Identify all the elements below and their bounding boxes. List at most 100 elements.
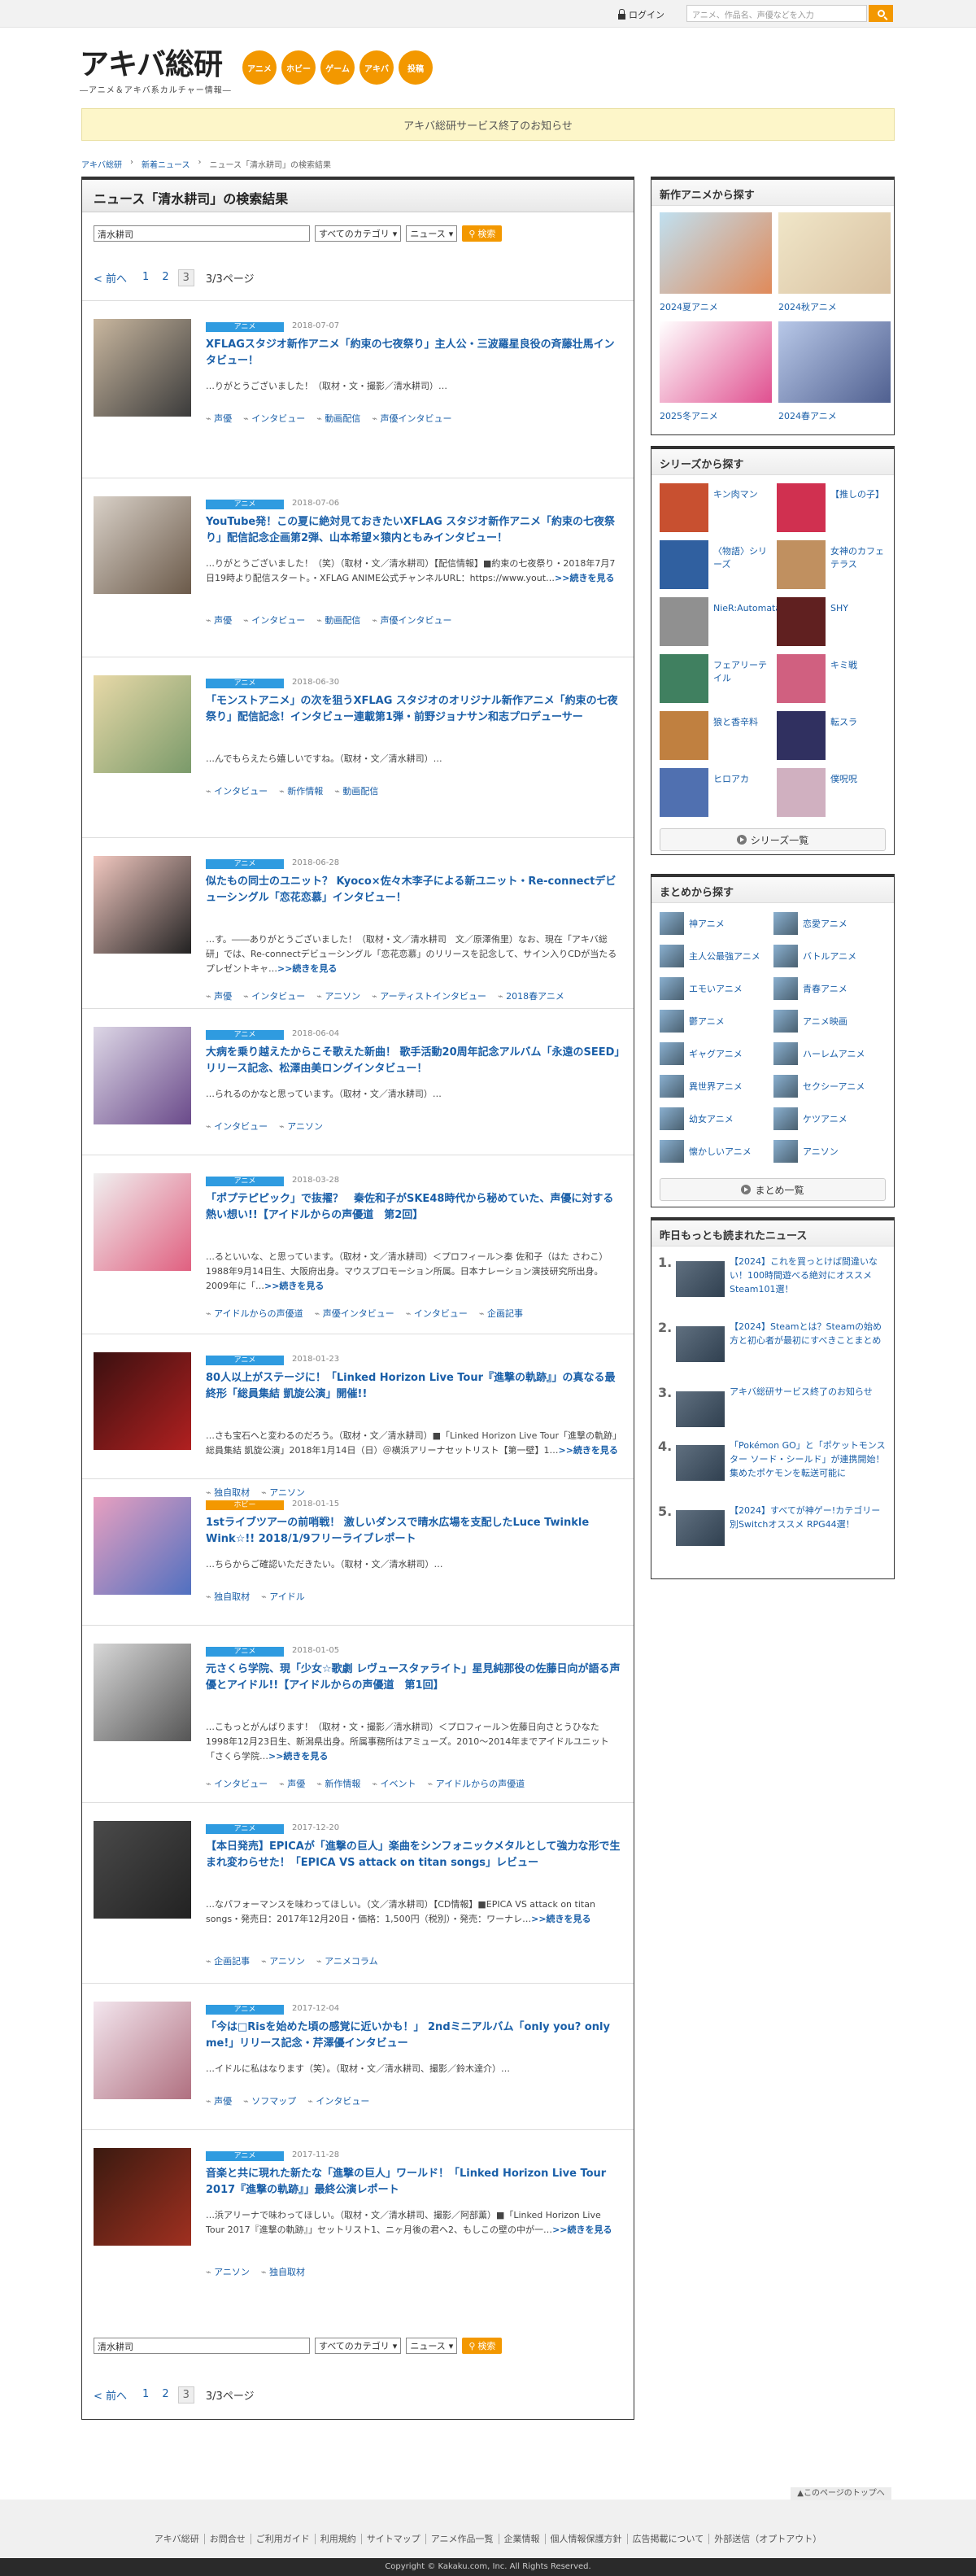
category-badge[interactable]: アニメ <box>206 322 284 332</box>
category-badge[interactable]: アニメ <box>206 679 284 688</box>
keyword-input[interactable]: 清水耕司 <box>94 225 310 242</box>
tag-link[interactable]: インタビュー <box>406 1307 468 1320</box>
article-thumbnail[interactable] <box>94 1497 191 1595</box>
article-thumbnail[interactable] <box>94 1821 191 1919</box>
series-item[interactable]: ヒロアカ <box>660 768 773 819</box>
article-title-link[interactable]: YouTube発！この夏に絶対見ておきたいXFLAG スタジオ新作アニメ「約束の… <box>206 514 621 547</box>
series-item[interactable]: 転スラ <box>777 711 891 762</box>
header-search-button[interactable] <box>869 5 893 22</box>
tag-link[interactable]: アイドル <box>261 1590 304 1603</box>
footer-link[interactable]: 広告掲載について <box>626 2534 709 2544</box>
series-item[interactable]: フェアリーテイル <box>660 654 773 705</box>
type-select[interactable]: ニュース ▾ <box>406 225 458 242</box>
new-anime-tile[interactable]: 2025冬アニメ <box>660 321 772 422</box>
series-list-button[interactable]: シリーズ一覧 <box>660 828 886 851</box>
tag-link[interactable]: インタビュー <box>206 1120 268 1133</box>
category-badge[interactable]: アニメ <box>206 2151 284 2161</box>
breadcrumb-home[interactable]: アキバ総研 <box>81 158 122 170</box>
tag-link[interactable]: 声優 <box>206 412 232 425</box>
matome-item[interactable]: 恋愛アニメ <box>773 911 884 936</box>
tag-link[interactable]: 新作情報 <box>316 1777 360 1790</box>
page-link-1[interactable]: 1 <box>138 269 153 286</box>
matome-item[interactable]: ケツアニメ <box>773 1107 884 1131</box>
series-item[interactable]: 〈物語〉シリーズ <box>660 540 773 591</box>
tag-link[interactable]: アニメコラム <box>316 1954 377 1967</box>
footer-link[interactable]: アニメ作品一覧 <box>425 2534 499 2544</box>
tag-link[interactable]: 独自取材 <box>206 1590 250 1603</box>
article-thumbnail[interactable] <box>94 1352 191 1450</box>
article-thumbnail[interactable] <box>94 675 191 773</box>
keyword-input[interactable]: 清水耕司 <box>94 2338 310 2354</box>
matome-item[interactable]: アニメ映画 <box>773 1009 884 1033</box>
tag-link[interactable]: 新作情報 <box>279 784 323 797</box>
ranking-item[interactable]: 2. 【2024】Steamとは？Steamの始め方と初心者が最初にすべきことま… <box>658 1320 889 1373</box>
search-button[interactable]: ⚲ 検索 <box>462 2338 503 2354</box>
login-link[interactable]: ログイン <box>618 8 664 21</box>
nav-hobby[interactable]: ホビー <box>281 50 316 85</box>
read-more-link[interactable]: >>続きを見る <box>555 573 614 583</box>
matome-item[interactable]: バトルアニメ <box>773 944 884 968</box>
page-top-link[interactable]: ▲このページのトップへ <box>791 2487 891 2500</box>
article-thumbnail[interactable] <box>94 496 191 594</box>
article-thumbnail[interactable] <box>94 1173 191 1271</box>
article-title-link[interactable]: 「モンストアニメ」の次を狙うXFLAG スタジオのオリジナル新作アニメ「約束の七… <box>206 693 621 726</box>
series-item[interactable]: キン肉マン <box>660 483 773 534</box>
footer-link[interactable]: ご利用ガイド <box>250 2534 315 2544</box>
article-title-link[interactable]: 【本日発売】EPICAが「進撃の巨人」楽曲をシンフォニックメタルとして強力な形で… <box>206 1839 621 1871</box>
ranking-item[interactable]: 3. アキバ総研サービス終了のお知らせ <box>658 1385 889 1439</box>
matome-item[interactable]: 神アニメ <box>660 911 770 936</box>
article-title-link[interactable]: XFLAGスタジオ新作アニメ「約束の七夜祭り」主人公・三波羅星良役の斉藤壮馬イン… <box>206 337 621 369</box>
tag-link[interactable]: 声優 <box>206 2094 232 2107</box>
matome-item[interactable]: エモいアニメ <box>660 976 770 1001</box>
article-title-link[interactable]: 似たもの同士のユニット？ Kyoco×佐々木李子による新ユニット・Re-conn… <box>206 874 621 906</box>
read-more-link[interactable]: >>続きを見る <box>531 1914 590 1924</box>
series-item[interactable]: NieR:Automata <box>660 597 781 648</box>
article-title-link[interactable]: 1stライブツアーの前哨戦！ 激しいダンスで晴水広場を支配したLuce Twin… <box>206 1515 621 1548</box>
category-badge[interactable]: ホビー <box>206 1500 284 1510</box>
prev-page-link[interactable]: < 前へ <box>94 2387 127 2403</box>
category-select[interactable]: すべてのカテゴリ ▾ <box>315 225 402 242</box>
article-title-link[interactable]: 元さくら学院、現「少女☆歌劇 レヴュースタァライト」星見純那役の佐藤日向が語る声… <box>206 1661 621 1694</box>
tag-link[interactable]: 企画記事 <box>479 1307 523 1320</box>
tag-link[interactable]: 独自取材 <box>261 2265 305 2278</box>
tag-link[interactable]: 声優インタビュー <box>315 1307 394 1320</box>
tag-link[interactable]: アニソン <box>206 2265 250 2278</box>
category-select[interactable]: すべてのカテゴリ ▾ <box>315 2338 402 2354</box>
matome-list-button[interactable]: まとめ一覧 <box>660 1178 886 1201</box>
tag-link[interactable]: 声優 <box>206 613 232 627</box>
footer-link[interactable]: サイトマップ <box>360 2534 425 2544</box>
new-anime-tile[interactable]: 2024秋アニメ <box>778 212 891 313</box>
tag-link[interactable]: 企画記事 <box>206 1954 250 1967</box>
nav-akiba[interactable]: アキバ <box>359 50 394 85</box>
read-more-link[interactable]: >>続きを見る <box>268 1751 328 1762</box>
page-link-2[interactable]: 2 <box>158 269 172 286</box>
matome-item[interactable]: 異世界アニメ <box>660 1074 770 1098</box>
new-anime-tile[interactable]: 2024夏アニメ <box>660 212 772 313</box>
tag-link[interactable]: 声優インタビュー <box>372 412 452 425</box>
series-item[interactable]: 【推しの子】 <box>777 483 891 534</box>
nav-game[interactable]: ゲーム <box>320 50 355 85</box>
article-title-link[interactable]: 80人以上がステージに！「Linked Horizon Live Tour『進撃… <box>206 1370 621 1403</box>
prev-page-link[interactable]: < 前へ <box>94 270 127 286</box>
article-thumbnail[interactable] <box>94 1644 191 1741</box>
article-title-link[interactable]: 音楽と共に現れた新たな「進撃の巨人」ワールド！「Linked Horizon L… <box>206 2166 621 2198</box>
tag-link[interactable]: 動画配信 <box>316 613 360 627</box>
tag-link[interactable]: アニソン <box>279 1120 323 1133</box>
matome-item[interactable]: 青春アニメ <box>773 976 884 1001</box>
matome-item[interactable]: アニソン <box>773 1139 884 1164</box>
category-badge[interactable]: アニメ <box>206 1030 284 1040</box>
matome-item[interactable]: 懐かしいアニメ <box>660 1139 770 1164</box>
footer-link[interactable]: お問合せ <box>203 2534 251 2544</box>
tag-link[interactable]: インタビュー <box>307 2094 369 2107</box>
tag-link[interactable]: 声優 <box>206 989 232 1002</box>
footer-link[interactable]: 外部送信（オプトアウト） <box>708 2534 827 2544</box>
tag-link[interactable]: アイドルからの声優道 <box>206 1307 303 1320</box>
category-badge[interactable]: アニメ <box>206 2005 284 2015</box>
tag-link[interactable]: イベント <box>372 1777 416 1790</box>
read-more-link[interactable]: >>続きを見る <box>277 963 337 974</box>
matome-item[interactable]: 幼女アニメ <box>660 1107 770 1131</box>
footer-link[interactable]: 個人情報保護方針 <box>544 2534 627 2544</box>
article-thumbnail[interactable] <box>94 319 191 417</box>
tag-link[interactable]: インタビュー <box>243 613 305 627</box>
footer-link[interactable]: アキバ総研 <box>150 2534 204 2544</box>
